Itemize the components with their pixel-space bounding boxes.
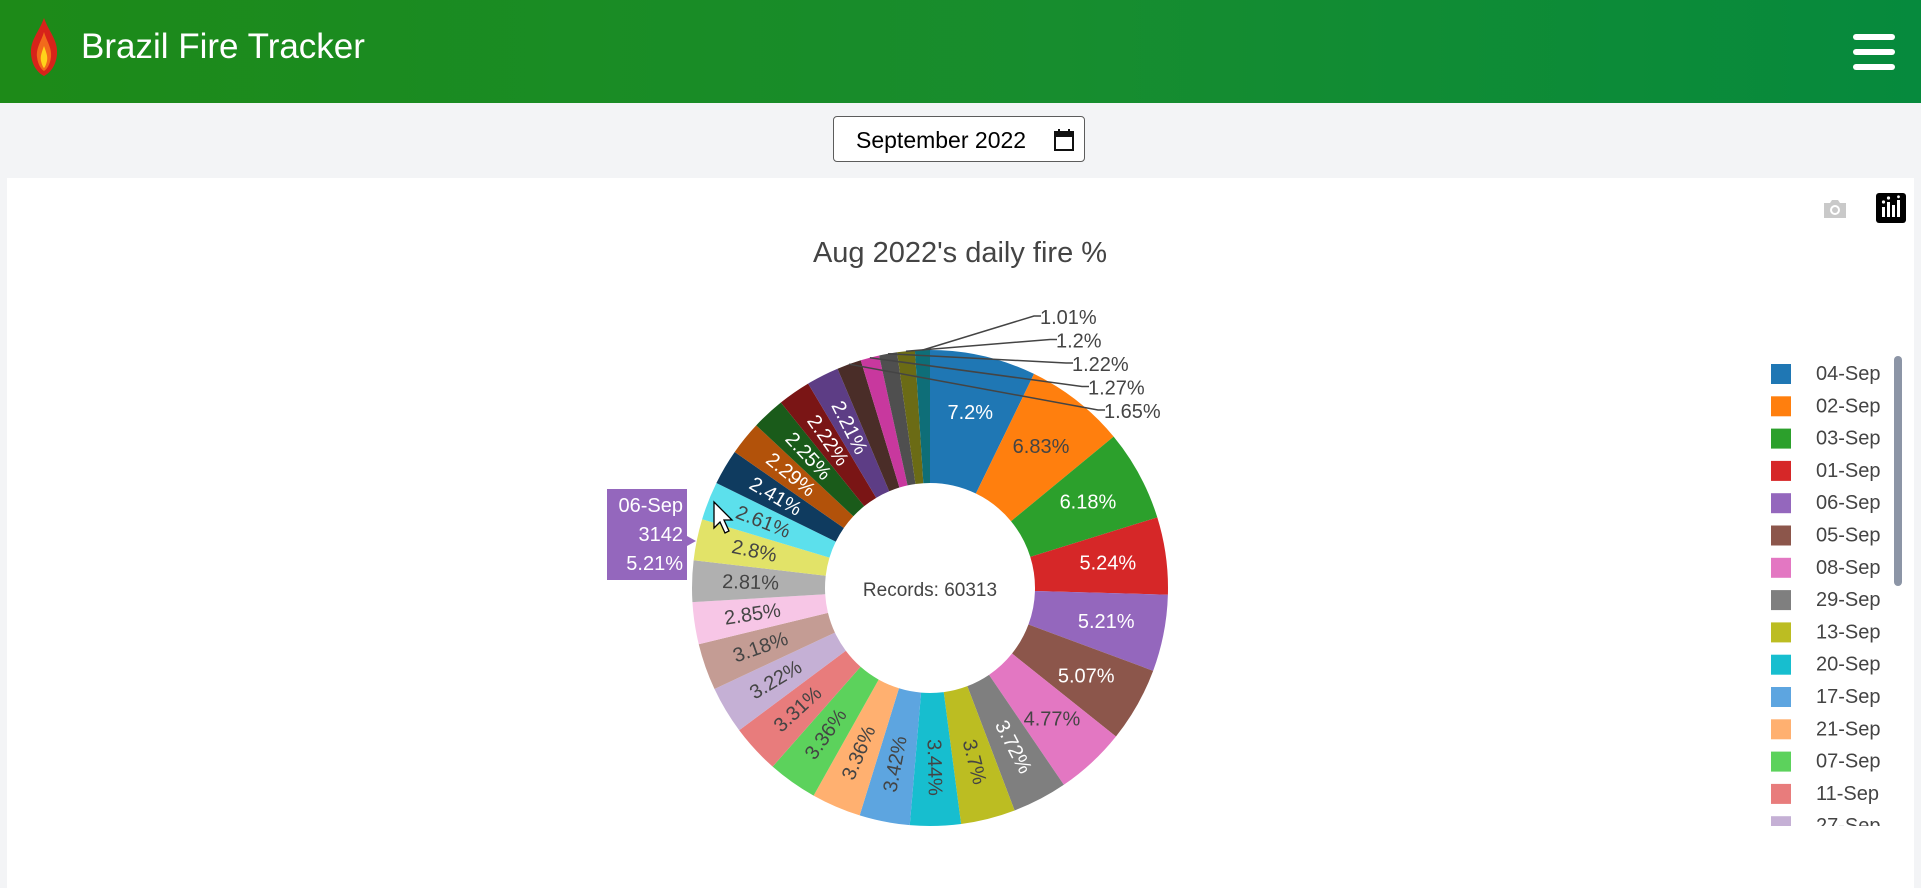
slice-label: 1.65% <box>1104 401 1161 423</box>
legend-swatch <box>1771 816 1791 826</box>
slice-label: 1.01% <box>1040 307 1097 329</box>
legend-item-13-sep[interactable]: 13-Sep <box>1771 621 1881 643</box>
legend-swatch <box>1771 428 1791 449</box>
slice-label: 5.24% <box>1079 553 1136 575</box>
donut-chart: Aug 2022's daily fire % 7.2% 6.83% 6.18% 5.… <box>607 237 1881 837</box>
legend-label: 08-Sep <box>1816 557 1881 579</box>
legend-swatch <box>1771 687 1791 707</box>
legend-label: 20-Sep <box>1816 654 1881 676</box>
legend-item-08-sep[interactable]: 08-Sep <box>1771 557 1881 579</box>
slice-label: 5.07% <box>1058 665 1115 687</box>
legend-swatch <box>1771 493 1791 514</box>
legend-item-04-sep[interactable]: 04-Sep <box>1771 363 1881 385</box>
legend-item-06-sep[interactable]: 06-Sep <box>1771 492 1881 514</box>
legend-label: 02-Sep <box>1816 395 1881 417</box>
legend-label: 27-Sep <box>1816 815 1881 837</box>
legend-item-11-sep[interactable]: 11-Sep <box>1771 783 1879 805</box>
legend-label: 03-Sep <box>1816 428 1881 450</box>
legend-swatch <box>1771 751 1791 772</box>
slice-label: 7.2% <box>947 402 993 424</box>
legend-label: 21-Sep <box>1816 718 1881 740</box>
legend-label: 13-Sep <box>1816 621 1881 643</box>
legend-scrollbar[interactable] <box>1894 356 1902 586</box>
legend-label: 05-Sep <box>1816 525 1881 547</box>
legend-item-21-sep[interactable]: 21-Sep <box>1771 718 1881 740</box>
legend-item-17-sep[interactable]: 17-Sep <box>1771 686 1881 708</box>
legend-swatch <box>1771 622 1791 643</box>
slice-label: 6.18% <box>1060 492 1117 514</box>
legend-item-27-sep[interactable]: 27-Sep <box>1771 815 1881 837</box>
legend-swatch <box>1771 783 1791 804</box>
legend-item-05-sep[interactable]: 05-Sep <box>1771 525 1881 547</box>
legend-swatch <box>1771 396 1791 417</box>
hover-label: 06-Sep <box>619 495 684 517</box>
legend-swatch <box>1771 460 1791 481</box>
slice-label: 1.27% <box>1088 378 1145 400</box>
legend-label: 04-Sep <box>1816 363 1881 385</box>
legend-label: 06-Sep <box>1816 492 1881 514</box>
slice-label: 1.2% <box>1056 331 1102 353</box>
slice-label: 6.83% <box>1013 436 1070 458</box>
slice-label: 2.81% <box>722 571 780 595</box>
slice-label: 3.44% <box>922 739 945 796</box>
legend-label: 17-Sep <box>1816 686 1881 708</box>
legend-swatch <box>1771 590 1791 611</box>
hover-value: 3142 <box>639 524 684 546</box>
legend-label: 11-Sep <box>1816 783 1879 805</box>
legend-label: 07-Sep <box>1816 751 1881 773</box>
legend-label: 29-Sep <box>1816 589 1881 611</box>
slice-label: 5.21% <box>1078 611 1135 633</box>
legend-item-20-sep[interactable]: 20-Sep <box>1771 654 1881 676</box>
legend-swatch <box>1771 364 1791 384</box>
legend-swatch <box>1771 525 1791 546</box>
legend-label: 01-Sep <box>1816 460 1881 482</box>
legend-swatch <box>1771 557 1791 578</box>
hover-percent: 5.21% <box>626 553 683 575</box>
legend-item-01-sep[interactable]: 01-Sep <box>1771 460 1881 482</box>
legend-item-07-sep[interactable]: 07-Sep <box>1771 751 1881 773</box>
legend-swatch <box>1771 654 1791 675</box>
slice-label: 1.22% <box>1072 354 1129 376</box>
legend-item-29-sep[interactable]: 29-Sep <box>1771 589 1881 611</box>
legend-swatch <box>1771 719 1791 740</box>
legend-item-02-sep[interactable]: 02-Sep <box>1771 395 1881 417</box>
legend-item-03-sep[interactable]: 03-Sep <box>1771 428 1881 450</box>
slice-leader-line <box>905 338 1057 352</box>
chart-title: Aug 2022's daily fire % <box>813 237 1107 269</box>
center-label: Records: 60313 <box>863 580 997 601</box>
slice-label: 4.77% <box>1024 709 1081 731</box>
